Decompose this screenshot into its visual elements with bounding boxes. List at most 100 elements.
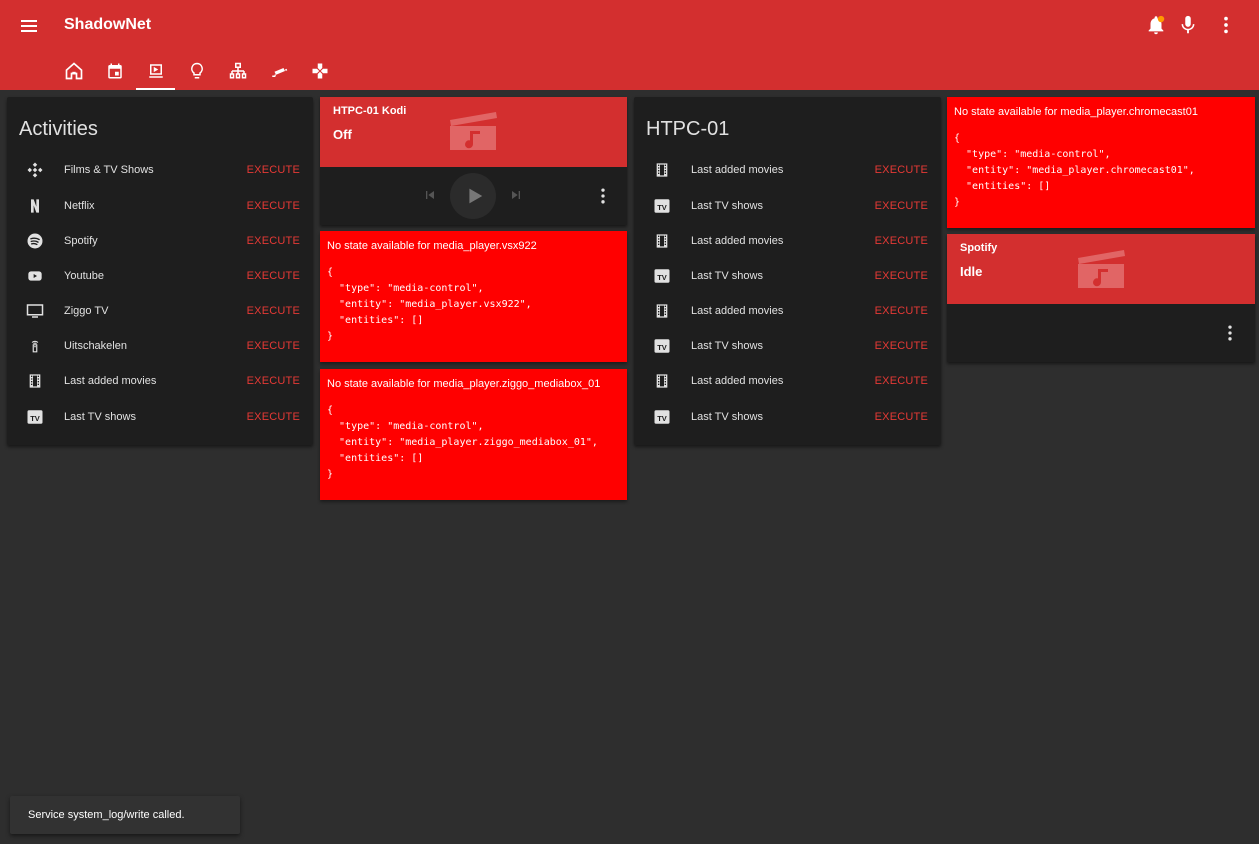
activity-row: Netflix EXECUTE: [7, 188, 313, 223]
media-icon: [148, 64, 163, 78]
error-title: No state available for media_player.vsx9…: [327, 240, 537, 252]
kodi-icon: [25, 160, 45, 180]
execute-button[interactable]: EXECUTE: [875, 164, 928, 176]
script-row: Last added movies EXECUTE: [634, 293, 941, 328]
execute-button[interactable]: EXECUTE: [247, 200, 300, 212]
toast-notification: Service system_log/write called.: [10, 796, 240, 834]
script-row: TV Last TV shows EXECUTE: [634, 399, 941, 434]
network-icon: [229, 62, 246, 79]
tab-cameras[interactable]: [258, 52, 299, 90]
execute-button[interactable]: EXECUTE: [875, 270, 928, 282]
activity-row: Last added movies EXECUTE: [7, 363, 313, 398]
media-state: Off: [333, 127, 352, 142]
svg-text:TV: TV: [657, 272, 667, 281]
execute-button[interactable]: EXECUTE: [875, 235, 928, 247]
execute-button[interactable]: EXECUTE: [875, 340, 928, 352]
microphone-icon[interactable]: [1177, 14, 1199, 36]
activity-row: Uitschakelen EXECUTE: [7, 328, 313, 363]
youtube-icon: [25, 266, 45, 286]
execute-button[interactable]: EXECUTE: [247, 270, 300, 282]
error-title: No state available for media_player.chro…: [954, 106, 1198, 118]
home-icon: [65, 62, 82, 80]
execute-button[interactable]: EXECUTE: [247, 340, 300, 352]
tab-media[interactable]: [135, 52, 176, 90]
execute-button[interactable]: EXECUTE: [247, 235, 300, 247]
television-icon: [25, 301, 45, 321]
error-config: { "type": "media-control", "entity": "me…: [327, 405, 598, 480]
svg-text:TV: TV: [657, 413, 667, 422]
tab-home[interactable]: [53, 52, 94, 90]
svg-text:TV: TV: [30, 413, 40, 422]
card-title: Activities: [19, 118, 98, 140]
error-title: No state available for media_player.zigg…: [327, 378, 601, 390]
script-row: Last added movies EXECUTE: [634, 152, 941, 187]
execute-button[interactable]: EXECUTE: [247, 164, 300, 176]
svg-text:TV: TV: [657, 202, 667, 211]
execute-button[interactable]: EXECUTE: [875, 200, 928, 212]
error-config: { "type": "media-control", "entity": "me…: [954, 133, 1195, 208]
menu-icon[interactable]: [18, 15, 40, 37]
tv-box-icon: TV: [25, 407, 45, 427]
error-config: { "type": "media-control", "entity": "me…: [327, 267, 532, 342]
media-header: HTPC-01 Kodi Off: [320, 97, 627, 167]
gamepad-icon: [312, 63, 327, 79]
tab-lights[interactable]: [176, 52, 217, 90]
cctv-icon: [271, 67, 287, 77]
script-row: TV Last TV shows EXECUTE: [634, 328, 941, 363]
app-header: ShadowNet: [0, 0, 1259, 90]
tv-box-icon: TV: [652, 266, 672, 286]
skip-previous-icon[interactable]: [422, 187, 438, 203]
script-row: TV Last TV shows EXECUTE: [634, 188, 941, 223]
movie-icon: [1076, 248, 1126, 290]
execute-button[interactable]: EXECUTE: [247, 305, 300, 317]
media-name: HTPC-01 Kodi: [333, 105, 407, 117]
card-title: HTPC-01: [646, 118, 730, 140]
script-row: Last added movies EXECUTE: [634, 363, 941, 398]
activity-row: Youtube EXECUTE: [7, 258, 313, 293]
bell-icon[interactable]: [1145, 14, 1167, 36]
media-state: Idle: [960, 264, 983, 279]
tab-network[interactable]: [217, 52, 258, 90]
execute-button[interactable]: EXECUTE: [875, 305, 928, 317]
filmstrip-icon: [25, 371, 45, 391]
view-tabs: [53, 52, 340, 90]
tv-box-icon: TV: [652, 196, 672, 216]
media-name: Spotify: [960, 242, 998, 254]
movie-icon: [448, 110, 498, 152]
media-control-card: Spotify Idle: [947, 234, 1255, 362]
execute-button[interactable]: EXECUTE: [875, 411, 928, 423]
tv-box-icon: TV: [652, 336, 672, 356]
script-row: TV Last TV shows EXECUTE: [634, 258, 941, 293]
error-card: No state available for media_player.vsx9…: [320, 231, 627, 362]
filmstrip-icon: [652, 231, 672, 251]
app-title: ShadowNet: [64, 16, 152, 33]
activity-row: Ziggo TV EXECUTE: [7, 293, 313, 328]
error-card: No state available for media_player.chro…: [947, 97, 1255, 228]
dots-vertical-icon[interactable]: [593, 186, 613, 206]
filmstrip-icon: [652, 371, 672, 391]
error-card: No state available for media_player.zigg…: [320, 369, 627, 500]
execute-button[interactable]: EXECUTE: [247, 375, 300, 387]
tab-games[interactable]: [299, 52, 340, 90]
calendar-icon: [107, 63, 122, 79]
execute-button[interactable]: EXECUTE: [247, 411, 300, 423]
media-header: Spotify Idle: [947, 234, 1255, 304]
activity-row: Films & TV Shows EXECUTE: [7, 152, 313, 187]
filmstrip-icon: [652, 301, 672, 321]
tab-calendar[interactable]: [94, 52, 135, 90]
play-button[interactable]: [450, 173, 496, 219]
activity-row: TV Last TV shows EXECUTE: [7, 399, 313, 434]
execute-button[interactable]: EXECUTE: [875, 375, 928, 387]
dots-vertical-icon[interactable]: [1215, 14, 1237, 36]
netflix-icon: [25, 196, 45, 216]
svg-text:TV: TV: [657, 342, 667, 351]
dots-vertical-icon[interactable]: [1220, 323, 1240, 343]
filmstrip-icon: [652, 160, 672, 180]
tv-box-icon: TV: [652, 407, 672, 427]
spotify-icon: [25, 231, 45, 251]
activity-row: Spotify EXECUTE: [7, 223, 313, 258]
toast-message: Service system_log/write called.: [28, 809, 185, 821]
skip-next-icon[interactable]: [508, 187, 524, 203]
script-row: Last added movies EXECUTE: [634, 223, 941, 258]
lightbulb-icon: [190, 62, 203, 79]
